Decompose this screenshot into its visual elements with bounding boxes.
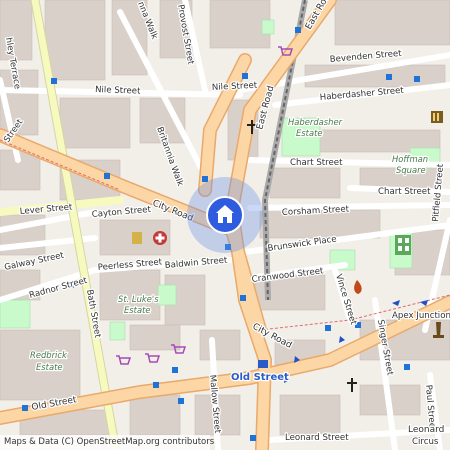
station-label[interactable]: Old Street: [230, 371, 291, 385]
area-label: Estate: [296, 128, 323, 138]
area-label: Estate: [124, 305, 151, 315]
area-label: Estate: [36, 362, 63, 372]
library-icon: [431, 111, 443, 123]
road-label: Chart Street: [378, 187, 431, 197]
area-label: Redbrick: [30, 350, 68, 360]
area-label: Hoffman: [392, 154, 428, 164]
bus-stop: [178, 398, 184, 404]
map-attribution[interactable]: Maps & Data (C) OpenStreetMap.org contri…: [0, 435, 214, 450]
bus-stop: [414, 76, 420, 82]
bus-stop: [153, 382, 159, 388]
bus-stop: [22, 405, 28, 411]
bus-stop: [295, 27, 301, 33]
bus-stop: [250, 435, 256, 441]
bus-stop: [104, 173, 110, 179]
bus-stop: [242, 73, 248, 79]
map-canvas[interactable]: East Road East Road City Road City Road …: [0, 0, 450, 450]
area-label: Haberdasher: [288, 117, 343, 127]
building-icon: [132, 232, 142, 244]
bus-stop: [404, 364, 410, 370]
hospital-icon: [153, 231, 167, 245]
station-marker[interactable]: [258, 360, 268, 368]
map-view[interactable]: East Road East Road City Road City Road …: [0, 0, 450, 450]
road-label: Leonard Street: [285, 433, 349, 443]
area-label: Square: [396, 165, 426, 175]
road-label: Chart Street: [290, 158, 343, 168]
bus-stop: [386, 74, 392, 80]
road-label: Apex Junction: [392, 311, 450, 321]
road-label: Circus: [412, 437, 439, 447]
bus-stop: [202, 176, 208, 182]
bus-stop: [240, 295, 246, 301]
road-label: Leonard: [408, 425, 444, 435]
bus-stop: [51, 78, 57, 84]
location-marker[interactable]: [187, 177, 263, 253]
road-label: Nile Street: [95, 85, 141, 97]
bus-stop: [325, 325, 331, 331]
area-label: St. Luke's: [118, 294, 159, 304]
bus-stop: [172, 367, 178, 373]
